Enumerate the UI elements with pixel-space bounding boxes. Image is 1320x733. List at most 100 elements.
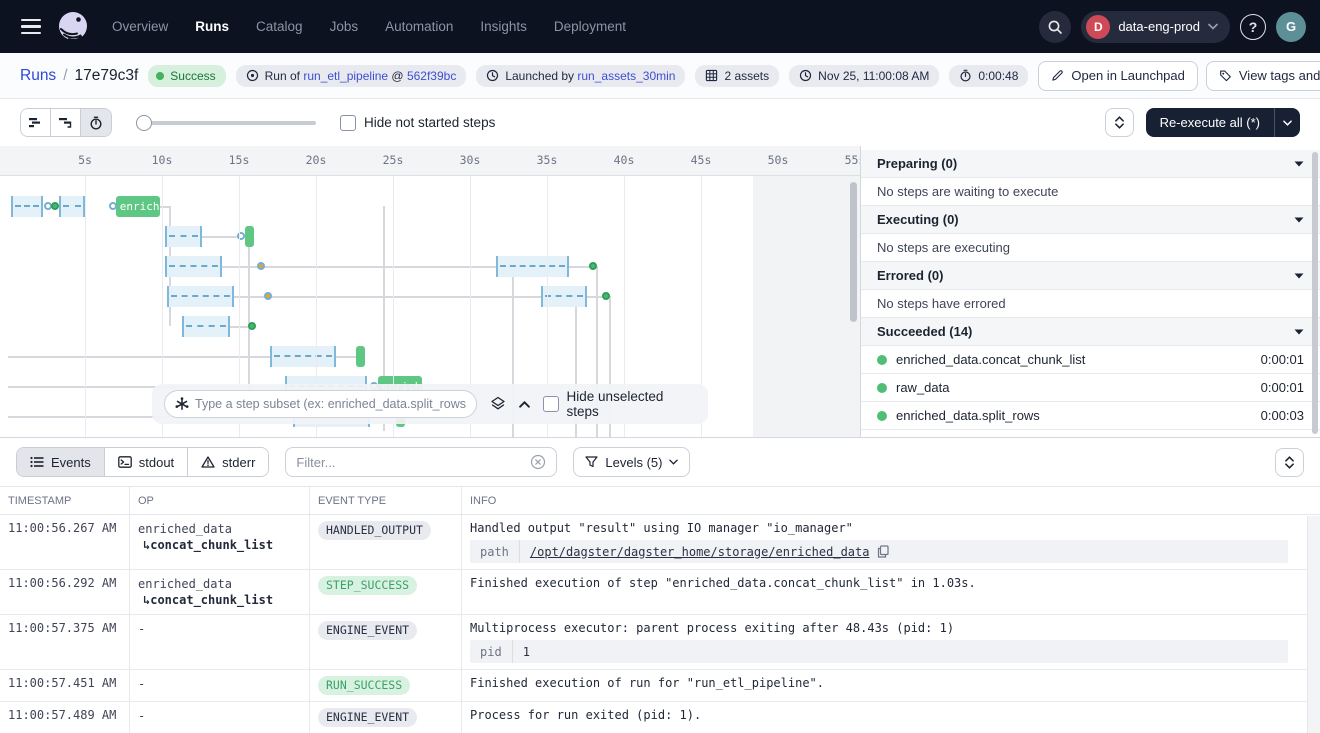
tab-stderr[interactable]: stderr — [188, 448, 268, 476]
event-type-badge: ENGINE_EVENT — [318, 621, 417, 640]
breadcrumb-runs-link[interactable]: Runs — [20, 67, 56, 85]
status-dot-icon — [156, 72, 164, 80]
hide-unselected-checkbox[interactable] — [543, 396, 559, 412]
log-filter-input[interactable] — [296, 455, 522, 470]
metadata-value[interactable]: /opt/dagster/dagster_home/storage/enrich… — [520, 545, 900, 559]
event-log-row[interactable]: 11:00:56.292 AMenriched_data↳concat_chun… — [0, 570, 1320, 615]
succeeded-step-item[interactable]: enriched_data.process_chunk[0]0:00:01 — [861, 430, 1320, 437]
slider-handle[interactable] — [136, 115, 152, 131]
event-log-row[interactable]: 11:00:57.451 AM-RUN_SUCCESSFinished exec… — [0, 670, 1320, 702]
gantt-connector-line — [202, 236, 241, 238]
nav-item-overview[interactable]: Overview — [112, 19, 168, 34]
collapse-chevron-icon[interactable] — [519, 401, 530, 408]
layers-icon[interactable] — [490, 396, 506, 412]
succeeded-step-item[interactable]: enriched_data.split_rows0:00:03 — [861, 402, 1320, 430]
succeeded-step-item[interactable]: enriched_data.concat_chunk_list0:00:01 — [861, 346, 1320, 374]
gantt-wait-box[interactable] — [167, 286, 235, 307]
gantt-wait-box[interactable] — [59, 196, 85, 217]
nav-item-insights[interactable]: Insights — [480, 19, 527, 34]
event-log-row[interactable]: 11:00:57.375 AM-ENGINE_EVENTMultiprocess… — [0, 615, 1320, 670]
chevron-down-icon — [1115, 123, 1124, 129]
log-filter-inputbox — [285, 447, 557, 477]
section-header-preparing[interactable]: Preparing (0) — [861, 150, 1320, 178]
view-tags-config-button[interactable]: View tags and config — [1206, 61, 1320, 91]
hide-not-started-checkbox[interactable] — [340, 115, 356, 131]
step-name: enriched_data.concat_chunk_list — [896, 352, 1252, 367]
schedule-link[interactable]: run_assets_30min — [577, 69, 675, 83]
gantt-step-dot-green[interactable] — [602, 292, 610, 300]
gantt-step-bar[interactable] — [245, 226, 254, 247]
tab-events[interactable]: Events — [17, 448, 105, 476]
gantt-wait-box[interactable] — [11, 196, 43, 217]
nav-item-jobs[interactable]: Jobs — [330, 19, 359, 34]
waterfall-view-button[interactable] — [51, 109, 81, 136]
empty-state-preparing: No steps are waiting to execute — [861, 178, 1320, 206]
nav-item-automation[interactable]: Automation — [385, 19, 453, 34]
tab-stdout[interactable]: stdout — [105, 448, 188, 476]
list-icon — [30, 456, 44, 468]
tag-assets[interactable]: 2 assets — [695, 65, 779, 87]
event-log-row[interactable]: 11:00:56.267 AMenriched_data↳concat_chun… — [0, 515, 1320, 570]
hide-not-started-control[interactable]: Hide not started steps — [340, 115, 495, 131]
flat-view-button[interactable] — [21, 109, 51, 136]
event-log-row[interactable]: 11:00:57.489 AM-ENGINE_EVENTProcess for … — [0, 702, 1320, 733]
reexecute-all-button[interactable]: Re-execute all (*) — [1146, 108, 1274, 137]
gantt-step-dot-green[interactable] — [51, 202, 59, 210]
nav-item-catalog[interactable]: Catalog — [256, 19, 303, 34]
gantt-wait-box[interactable] — [270, 346, 336, 367]
axis-tick-label: 15s — [229, 153, 250, 167]
gantt-step-bar[interactable]: enriche… — [116, 196, 160, 217]
gantt-zoom-slider[interactable] — [136, 115, 316, 131]
copy-icon[interactable] — [877, 545, 889, 558]
nav-item-runs[interactable]: Runs — [195, 19, 229, 34]
step-duration: 0:00:01 — [1261, 380, 1304, 395]
event-info-text: Finished execution of step "enriched_dat… — [470, 576, 1312, 590]
funnel-icon — [585, 456, 598, 468]
section-header-executing[interactable]: Executing (0) — [861, 206, 1320, 234]
search-icon — [1047, 19, 1063, 35]
gantt-step-bar[interactable] — [356, 346, 365, 367]
search-button[interactable] — [1039, 11, 1071, 43]
step-subset-input[interactable] — [195, 397, 466, 411]
workspace-switcher[interactable]: D data-eng-prod — [1081, 11, 1230, 43]
gantt-wait-box[interactable] — [496, 256, 568, 277]
reexecute-menu-button[interactable] — [1274, 108, 1300, 137]
event-info-text: Handled output "result" using IO manager… — [470, 521, 1312, 535]
hamburger-menu-icon[interactable] — [14, 10, 48, 44]
gantt-vertical-scrollbar[interactable] — [850, 182, 857, 322]
gantt-wait-box[interactable] — [165, 256, 222, 277]
section-header-errored[interactable]: Errored (0) — [861, 262, 1320, 290]
gantt-wait-box[interactable] — [165, 226, 202, 247]
dagster-logo-icon[interactable] — [56, 10, 90, 44]
commit-link[interactable]: 562f39bc — [407, 69, 456, 83]
sidebar-scrollbar[interactable] — [1312, 152, 1318, 434]
gantt-step-dot-amber[interactable] — [257, 262, 265, 270]
log-expand-collapse-button[interactable] — [1275, 448, 1304, 477]
help-button[interactable]: ? — [1240, 14, 1266, 40]
levels-filter-button[interactable]: Levels (5) — [573, 447, 690, 477]
avatar[interactable]: G — [1276, 12, 1306, 42]
log-scrollbar-track[interactable] — [1307, 516, 1320, 733]
hide-unselected-control[interactable]: Hide unselected steps — [543, 389, 696, 419]
hide-unselected-label: Hide unselected steps — [567, 389, 696, 419]
succeeded-step-item[interactable]: raw_data0:00:01 — [861, 374, 1320, 402]
gantt-step-dot-green[interactable] — [248, 322, 256, 330]
pipeline-link[interactable]: run_etl_pipeline — [303, 69, 388, 83]
caret-down-icon — [1294, 329, 1304, 335]
status-badge: Success — [148, 65, 225, 87]
gantt-wait-box[interactable] — [182, 316, 230, 337]
event-info: Multiprocess executor: parent process ex… — [462, 615, 1320, 669]
timed-view-button[interactable] — [81, 109, 111, 136]
clear-filter-icon[interactable] — [530, 454, 546, 470]
section-header-succeeded[interactable]: Succeeded (14) — [861, 318, 1320, 346]
open-in-launchpad-button[interactable]: Open in Launchpad — [1038, 61, 1197, 91]
chevron-down-icon — [1285, 463, 1294, 469]
col-event-type: EVENT TYPE — [310, 487, 462, 514]
tag-icon — [1219, 69, 1232, 82]
event-info: Process for run exited (pid: 1). — [462, 702, 1320, 733]
event-log-section: Events stdout stderr Levels (5) TIMEST — [0, 437, 1320, 733]
event-type-badge: RUN_SUCCESS — [318, 676, 410, 695]
nav-item-deployment[interactable]: Deployment — [554, 19, 626, 34]
expand-collapse-panels-button[interactable] — [1105, 108, 1134, 137]
gantt-step-dot-amber[interactable] — [264, 292, 272, 300]
